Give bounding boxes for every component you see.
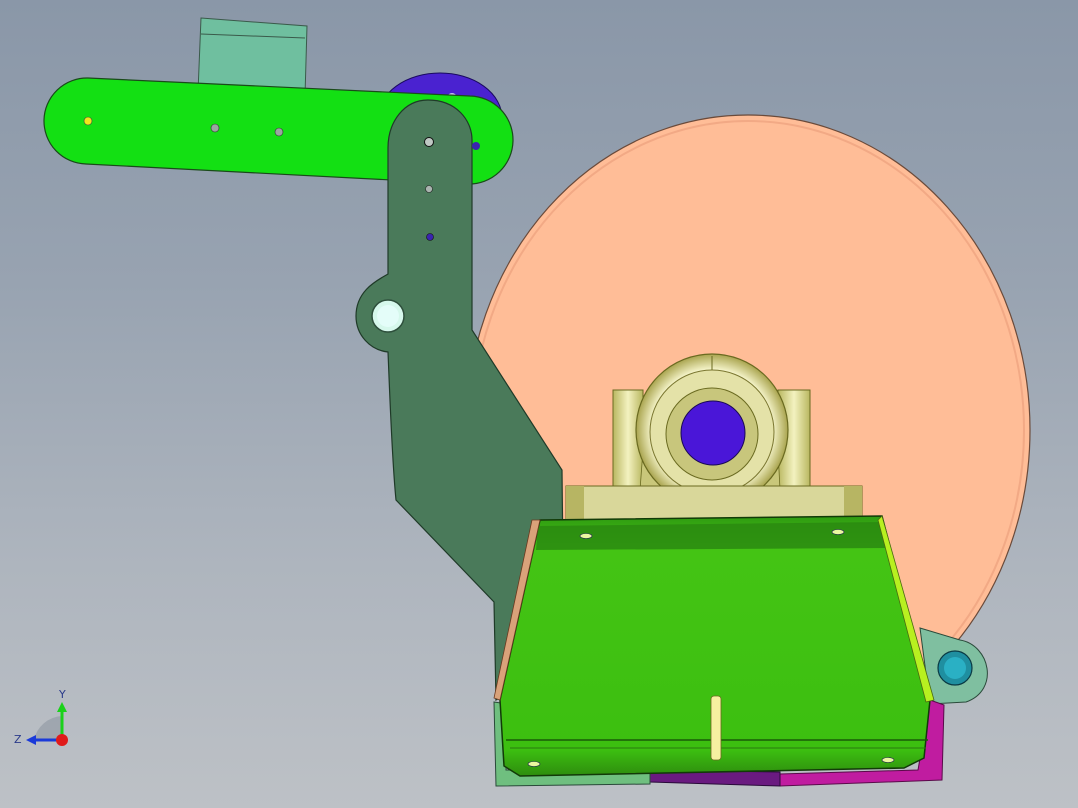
model-scene[interactable]: [0, 0, 1078, 808]
bracket-hole: [426, 233, 434, 241]
shaft-bore: [680, 400, 746, 466]
green-tray[interactable]: [493, 515, 935, 777]
x-axis-icon: [56, 734, 68, 746]
arm-hole: [274, 127, 284, 137]
z-axis-label: Z: [14, 733, 22, 746]
tray-tab: [710, 695, 722, 761]
arm-hole-end: [83, 116, 93, 126]
orientation-triad[interactable]: Y Z: [10, 682, 80, 752]
3d-viewport[interactable]: Y Z: [0, 0, 1078, 808]
y-axis-label: Y: [58, 688, 66, 701]
bracket-hole-top: [424, 137, 434, 147]
bracket-hole: [425, 185, 433, 193]
arm-hole: [210, 123, 220, 133]
